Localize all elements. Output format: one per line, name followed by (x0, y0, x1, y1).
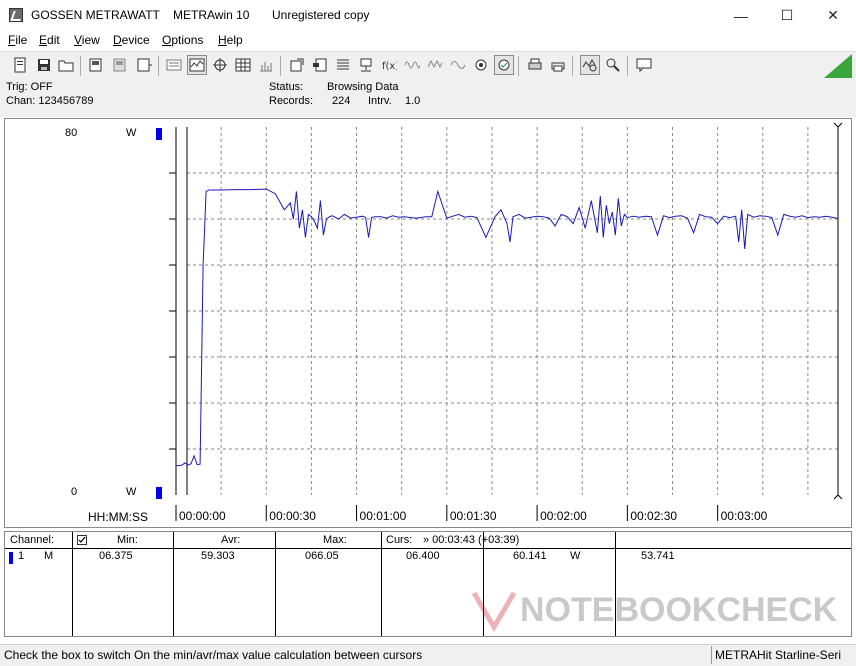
app-icon[interactable] (9, 8, 23, 22)
minavrmax-checkbox[interactable] (77, 535, 87, 545)
new-file-icon[interactable] (10, 55, 30, 75)
max-header: Max: (323, 534, 347, 546)
status-area: Trig: OFF Chan: 123456789 Status: Browsi… (0, 79, 856, 117)
cursor-1-value: 06.400 (406, 550, 440, 562)
notebookcheck-watermark: NOTEBOOKCHECK (470, 585, 850, 635)
status-triangle-icon (824, 54, 852, 78)
channel-header: Channel: (10, 534, 55, 546)
toolbar: f(x) (0, 51, 856, 81)
grid (169, 127, 838, 495)
open-folder-icon[interactable] (56, 55, 76, 75)
avr-header: Avr: (221, 534, 241, 546)
chan-status: Chan: 123456789 (6, 95, 94, 107)
device-send-icon[interactable] (134, 55, 154, 75)
x-tick-label: 00:02:00 (540, 509, 587, 523)
status-device: METRAHit Starline-Seri (715, 648, 842, 662)
records-label: Records: (269, 95, 314, 107)
network-icon[interactable] (356, 55, 376, 75)
cursor-diff-value: 53.741 (641, 550, 675, 562)
cursor-position: » 00:03:43 (+03:39) (423, 534, 520, 546)
channel-color-marker (9, 552, 13, 564)
watermark-text: NOTEBOOKCHECK (520, 591, 838, 629)
cursor-2-value: 60.141 (513, 550, 547, 562)
zoom-graph-icon[interactable] (580, 55, 600, 75)
menu-bar: File Edit View Device Options Help (0, 31, 856, 51)
menu-view[interactable]: View (74, 33, 100, 47)
cursor-header: Curs: (386, 534, 413, 546)
x-tick-label: 00:00:30 (269, 509, 316, 523)
menu-edit[interactable]: Edit (39, 33, 60, 47)
bar-view-icon[interactable] (256, 55, 276, 75)
title-bar: GOSSEN METRAWATT METRAwin 10 Unregistere… (0, 0, 856, 31)
x-tick-label: 00:01:30 (450, 509, 497, 523)
status-hint: Check the box to switch On the min/avr/m… (4, 648, 423, 662)
license-title: Unregistered copy (272, 8, 370, 22)
report-icon[interactable] (333, 55, 353, 75)
x-tick-label: 00:02:30 (630, 509, 677, 523)
right-cursor-top-handle[interactable] (833, 122, 843, 128)
auto-scale-icon[interactable] (494, 55, 514, 75)
menu-device[interactable]: Device (113, 33, 150, 47)
minimize-button[interactable]: — (718, 0, 764, 31)
save-icon[interactable] (34, 55, 54, 75)
print-icon[interactable] (525, 55, 545, 75)
max-value: 066.05 (305, 550, 339, 562)
status-value: Browsing Data (327, 81, 399, 93)
graph-panel[interactable]: 80 W 0 W HH:MM:SS 00:00:00 00:00:30 00:01:… (4, 118, 852, 528)
x-tick-label: 00:00:00 (179, 509, 226, 523)
right-cursor-bottom-handle[interactable] (833, 494, 843, 500)
interval-value: 1.0 (405, 95, 421, 107)
print-preview-icon[interactable] (548, 55, 568, 75)
list-view-icon[interactable] (164, 55, 184, 75)
interval-label: Intrv. (368, 95, 392, 107)
checkmark-icon (78, 536, 86, 543)
table-view-icon[interactable] (233, 55, 253, 75)
formula-icon[interactable]: f(x) (379, 55, 399, 75)
status-label: Status: (269, 81, 304, 93)
min-value: 06.375 (99, 550, 133, 562)
trig-status: Trig: OFF (6, 81, 53, 93)
x-tick-label: 00:03:00 (721, 509, 768, 523)
crosshair-icon[interactable] (210, 55, 230, 75)
channel-mode: M (44, 550, 54, 562)
comment-icon[interactable] (634, 55, 654, 75)
channel-number: 1 (18, 550, 25, 562)
plot-area[interactable]: 00:00:00 00:00:30 00:01:00 00:01:30 00:02:00… (5, 119, 851, 527)
wave-3-icon[interactable] (448, 55, 468, 75)
maximize-button[interactable]: ☐ (764, 0, 810, 31)
x-ticks: 00:00:00 00:00:30 00:01:00 00:01:30 00:02:00… (175, 505, 768, 523)
device-read-icon[interactable] (86, 55, 106, 75)
min-header: Min: (117, 534, 138, 546)
avr-value: 59.303 (201, 550, 235, 562)
records-value: 224 (332, 95, 351, 107)
export-icon[interactable] (287, 55, 307, 75)
cursor-2-unit: W (570, 550, 581, 562)
x-tick-label: 00:01:00 (360, 509, 407, 523)
settings-icon[interactable] (471, 55, 491, 75)
import-icon[interactable] (310, 55, 330, 75)
device-config-icon[interactable] (110, 55, 130, 75)
close-button[interactable]: ✕ (810, 0, 856, 31)
menu-options[interactable]: Options (162, 33, 203, 47)
menu-help[interactable]: Help (218, 33, 243, 47)
wave-1-icon[interactable] (402, 55, 422, 75)
power-series-line (176, 188, 839, 467)
svg-text:f(x): f(x) (382, 61, 397, 72)
menu-file[interactable]: File (8, 33, 27, 47)
graph-view-icon[interactable] (187, 55, 207, 75)
status-bar: Check the box to switch On the min/avr/m… (0, 644, 856, 666)
zoom-in-icon[interactable] (603, 55, 623, 75)
app-title: METRAwin 10 (173, 8, 250, 22)
wave-2-icon[interactable] (425, 55, 445, 75)
brand-title: GOSSEN METRAWATT (31, 8, 160, 22)
